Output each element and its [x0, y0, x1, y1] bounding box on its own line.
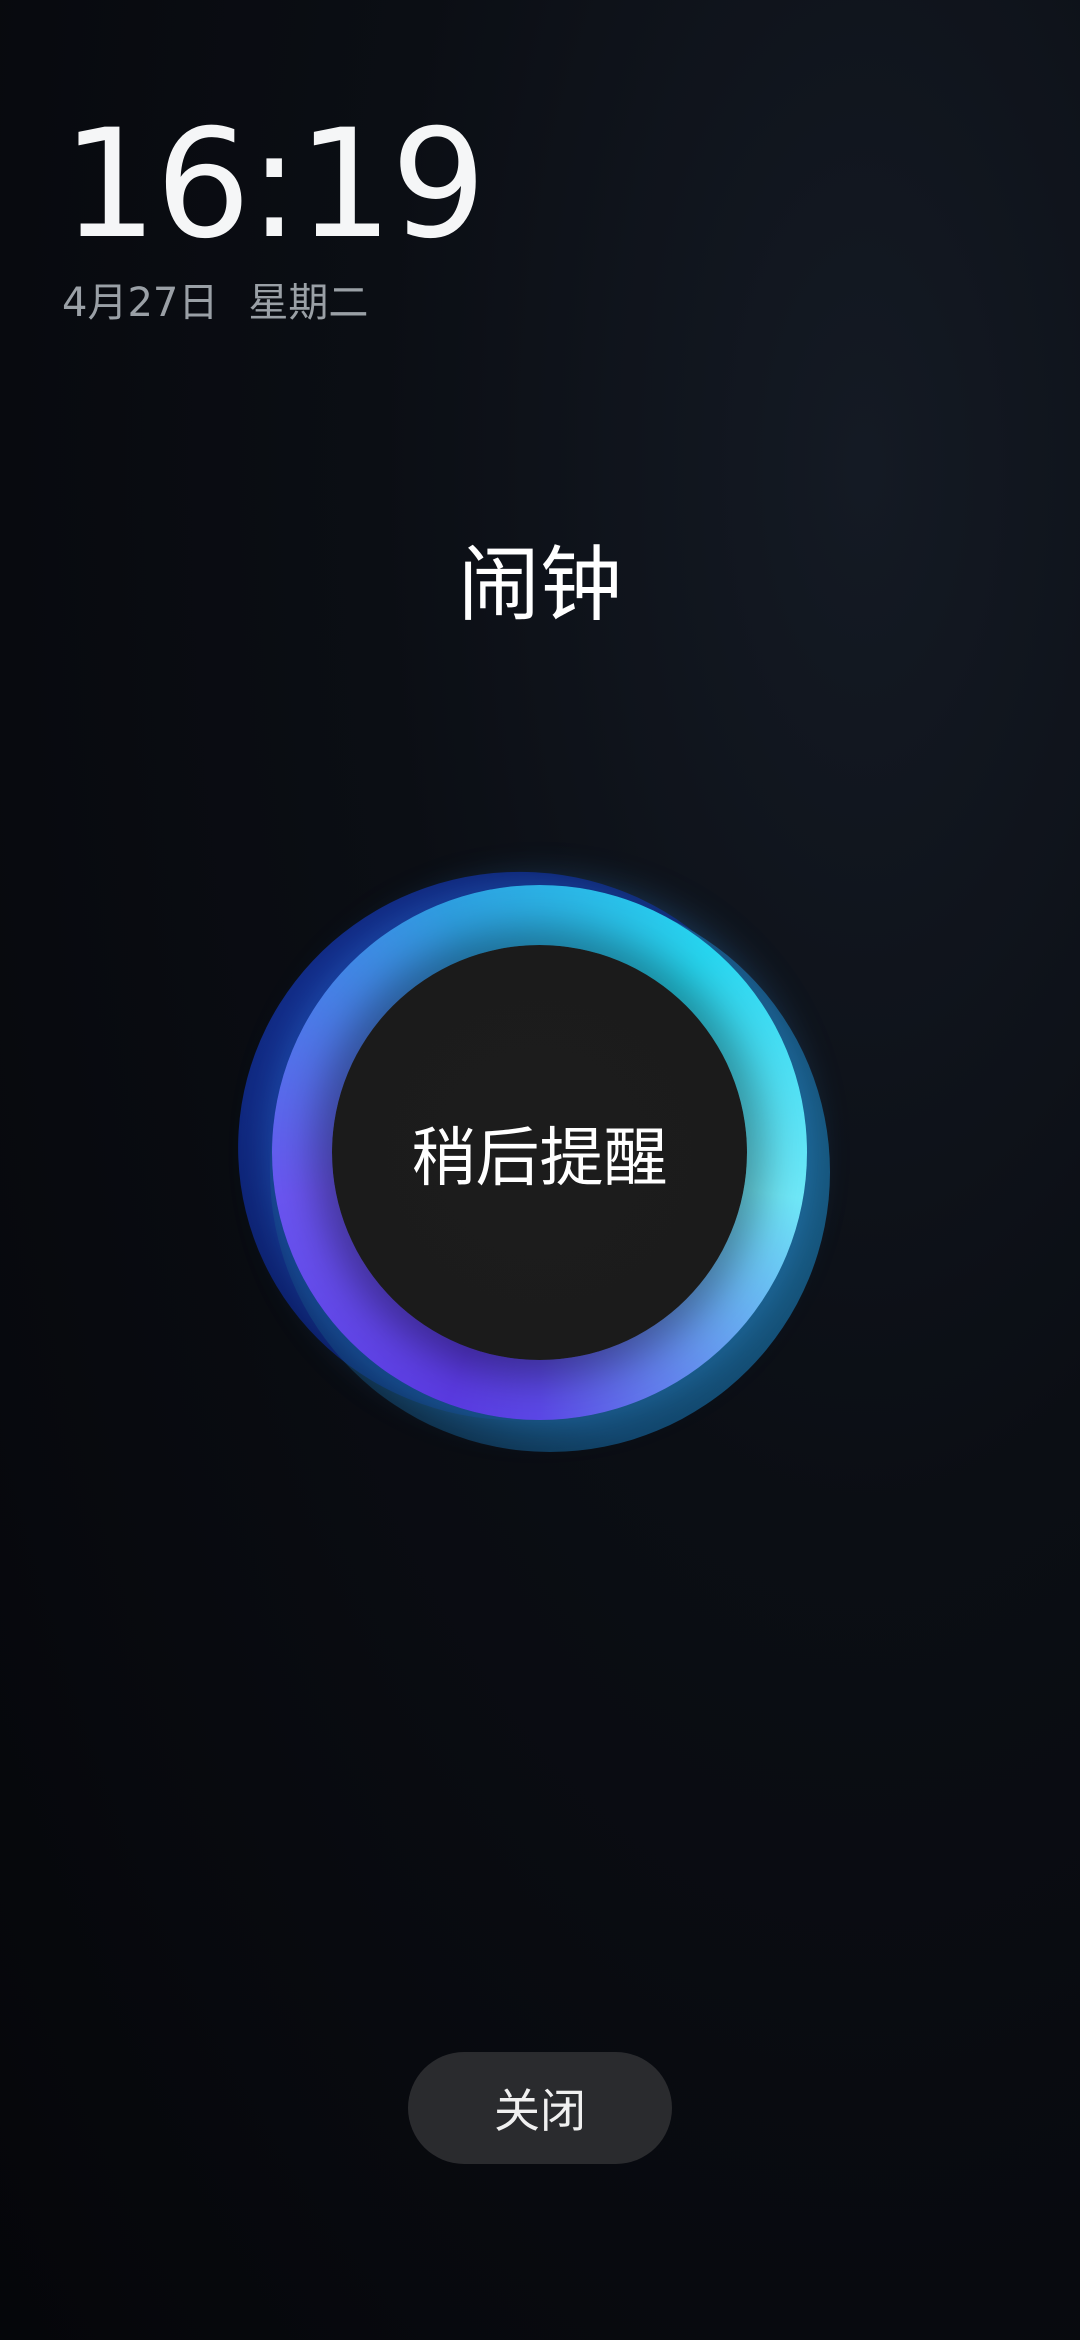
clock-time: 16:19 — [62, 98, 486, 272]
clock-weekday: 星期二 — [248, 280, 369, 326]
clock-date-row: 4月27日 星期二 — [62, 270, 482, 328]
clock-date: 4月27日 — [62, 280, 219, 326]
snooze-button[interactable]: 稍后提醒 — [202, 835, 850, 1460]
alarm-title: 闹钟 — [457, 538, 622, 633]
snooze-label: 稍后提醒 — [411, 1121, 668, 1196]
close-button[interactable]: 关闭 — [408, 2052, 672, 2164]
alarm-screen: 16:19 4月27日 星期二 闹钟 稍后提醒 关闭 — [0, 0, 1080, 2340]
snooze-center[interactable]: 稍后提醒 — [332, 945, 747, 1360]
lockscreen-clock: 16:19 4月27日 星期二 — [62, 98, 486, 328]
